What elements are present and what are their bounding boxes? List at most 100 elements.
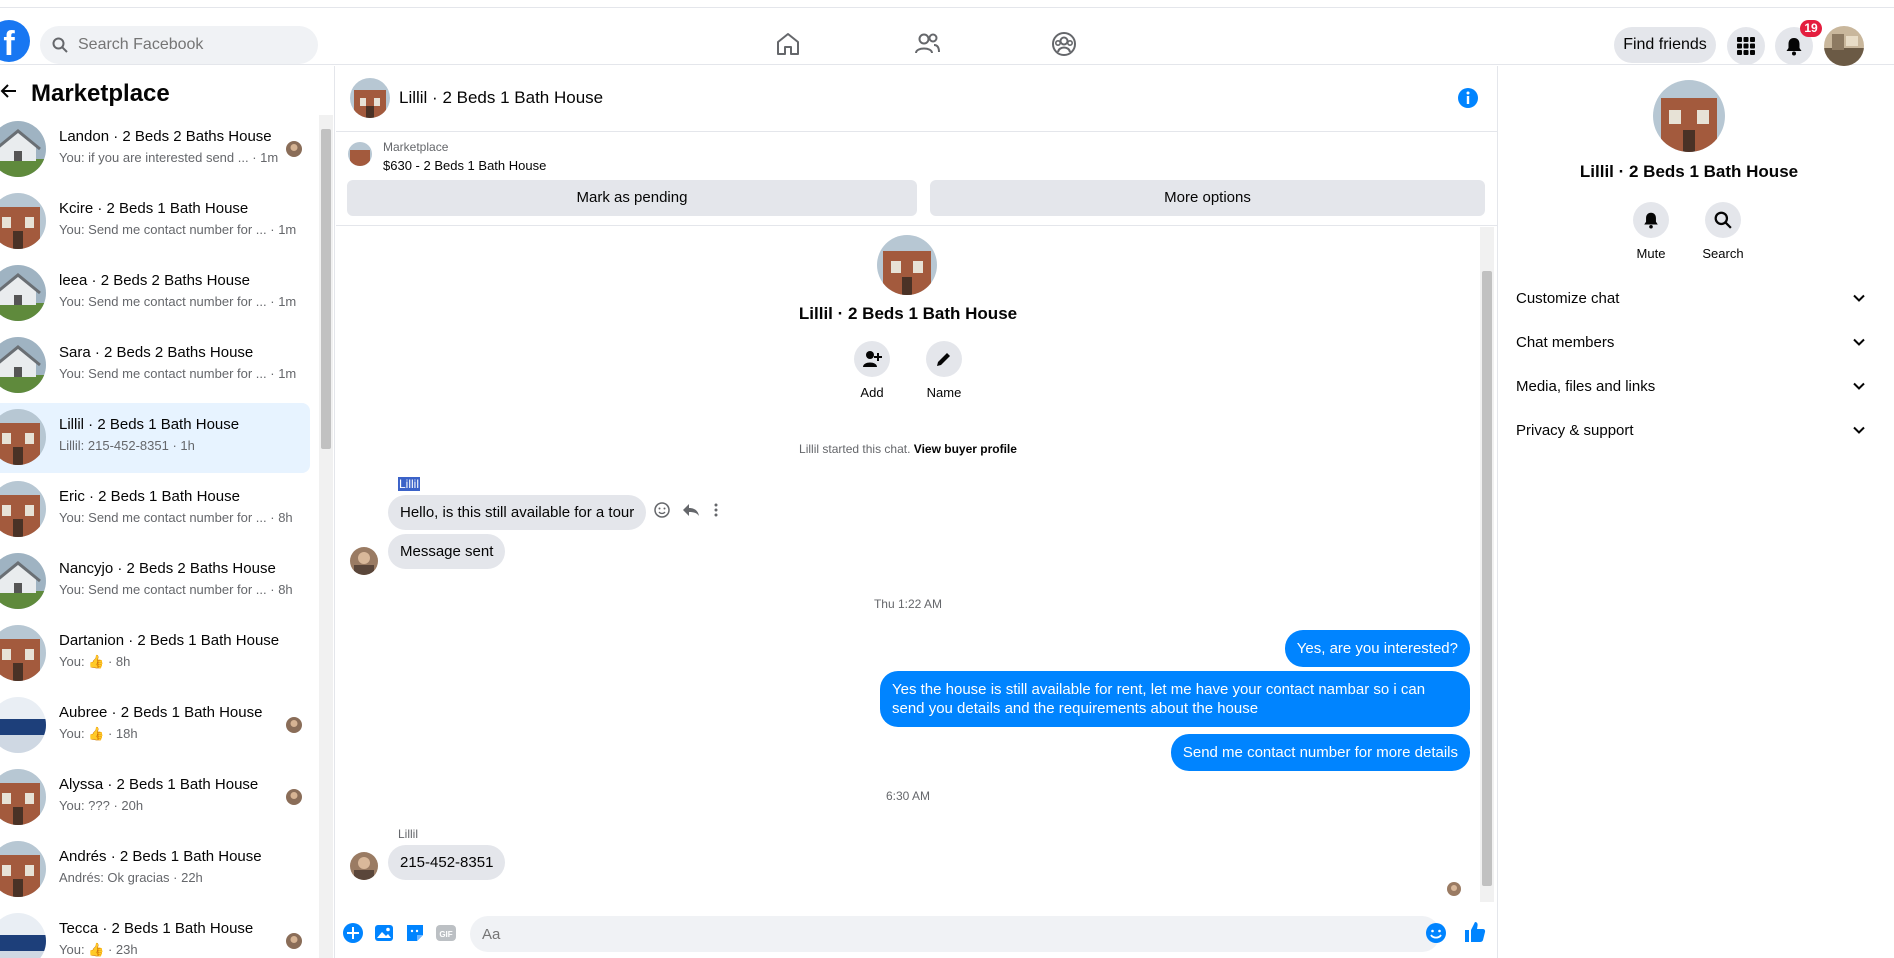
groups-icon[interactable] bbox=[1050, 30, 1078, 58]
home-icon[interactable] bbox=[774, 30, 802, 58]
menu-button[interactable] bbox=[1727, 27, 1765, 65]
conversation-name: Eric · 2 Beds 1 Bath House bbox=[59, 488, 240, 505]
conversation-item[interactable]: leea · 2 Beds 2 Baths House You: Send me … bbox=[0, 259, 310, 329]
conversation-item[interactable]: Alyssa · 2 Beds 1 Bath House You: ??? · 2… bbox=[0, 763, 310, 833]
sender-avatar[interactable] bbox=[350, 852, 378, 880]
conversation-preview: You: Send me contact number for ... · 1m bbox=[59, 222, 297, 237]
conversation-item[interactable]: Nancyjo · 2 Beds 2 Baths House You: Send … bbox=[0, 547, 310, 617]
listing-thumbnail bbox=[0, 625, 46, 681]
profile-avatar[interactable] bbox=[1824, 26, 1864, 66]
section-media-files-links[interactable]: Media, files and links bbox=[1516, 366, 1866, 406]
conversation-item[interactable]: Aubree · 2 Beds 1 Bath House You: 👍 · 18h bbox=[0, 691, 310, 761]
back-arrow-icon[interactable] bbox=[0, 82, 18, 100]
react-emoji-icon[interactable] bbox=[654, 502, 670, 518]
conversation-item[interactable]: Kcire · 2 Beds 1 Bath House You: Send me … bbox=[0, 187, 310, 257]
more-options-button[interactable]: More options bbox=[930, 180, 1485, 216]
add-person-icon bbox=[863, 351, 882, 367]
message-input[interactable] bbox=[470, 916, 1440, 952]
notification-badge: 19 bbox=[1800, 20, 1822, 37]
listing-price[interactable]: $630 - 2 Beds 1 Bath House bbox=[383, 158, 546, 173]
info-icon[interactable] bbox=[1456, 86, 1480, 110]
thumbs-up-icon[interactable] bbox=[1463, 920, 1487, 944]
search-icon bbox=[1714, 211, 1732, 229]
reply-icon[interactable] bbox=[682, 502, 700, 518]
brick-house-image bbox=[1653, 80, 1725, 152]
view-buyer-profile-link[interactable]: View buyer profile bbox=[914, 442, 1017, 456]
conversation-preview: You: 👍 · 8h bbox=[59, 654, 131, 669]
sidebar-title: Marketplace bbox=[31, 80, 170, 107]
friends-icon[interactable] bbox=[913, 30, 941, 58]
brick-house-image bbox=[348, 142, 372, 166]
conversation-item[interactable]: Lillil · 2 Beds 1 Bath House Lillil: 215-… bbox=[0, 403, 310, 473]
search-box[interactable] bbox=[40, 26, 318, 64]
name-action[interactable]: Name bbox=[914, 341, 974, 400]
thread-avatar[interactable] bbox=[877, 235, 937, 295]
conversation-name: leea · 2 Beds 2 Baths House bbox=[59, 272, 250, 289]
add-action[interactable]: Add bbox=[842, 341, 902, 400]
gif-icon[interactable]: GIF bbox=[435, 922, 457, 944]
plus-icon[interactable] bbox=[342, 922, 364, 944]
listing-thumbnail bbox=[0, 913, 46, 958]
section-privacy-support[interactable]: Privacy & support bbox=[1516, 410, 1866, 450]
mute-action[interactable]: Mute bbox=[1621, 202, 1681, 261]
conversation-preview: You: Send me contact number for ... · 1m bbox=[59, 366, 297, 381]
conversation-preview: You: Send me contact number for ... · 8h bbox=[59, 510, 293, 525]
thread-scrollbar[interactable] bbox=[1480, 227, 1494, 902]
chat-header: Lillil · 2 Beds 1 Bath House bbox=[336, 66, 1497, 132]
conversation-item[interactable]: Sara · 2 Beds 2 Baths House You: Send me … bbox=[0, 331, 310, 401]
conversation-preview: Andrés: Ok gracias · 22h bbox=[59, 870, 203, 885]
details-name: Lillil · 2 Beds 1 Bath House bbox=[1579, 162, 1799, 181]
search-input[interactable] bbox=[78, 36, 298, 54]
listing-thumbnail bbox=[0, 121, 46, 177]
sidebar-scrollbar[interactable] bbox=[319, 115, 333, 958]
outgoing-message[interactable]: Send me contact number for more details bbox=[1170, 734, 1470, 771]
listing-thumbnail[interactable] bbox=[348, 142, 372, 166]
chevron-down-icon bbox=[1853, 426, 1865, 434]
more-vertical-icon[interactable] bbox=[712, 502, 720, 518]
svg-text:GIF: GIF bbox=[439, 930, 452, 939]
message-composer: GIF bbox=[336, 908, 1497, 958]
conversation-name: Nancyjo · 2 Beds 2 Baths House bbox=[59, 560, 276, 577]
incoming-message[interactable]: Message sent bbox=[388, 534, 506, 569]
chat-avatar[interactable] bbox=[350, 78, 390, 118]
mute-label: Mute bbox=[1636, 246, 1666, 261]
conversation-item[interactable]: Eric · 2 Beds 1 Bath House You: Send me c… bbox=[0, 475, 310, 545]
chat-title[interactable]: Lillil · 2 Beds 1 Bath House bbox=[399, 88, 603, 108]
incoming-message[interactable]: 215-452-8351 bbox=[388, 845, 506, 880]
conversation-item[interactable]: Landon · 2 Beds 2 Baths House You: if you… bbox=[0, 115, 310, 185]
emoji-icon[interactable] bbox=[1425, 922, 1447, 944]
outgoing-message[interactable]: Yes the house is still available for ren… bbox=[880, 671, 1470, 727]
section-chat-members[interactable]: Chat members bbox=[1516, 322, 1866, 362]
conversation-name: Sara · 2 Beds 2 Baths House bbox=[59, 344, 254, 361]
conversation-item[interactable]: Andrés · 2 Beds 1 Bath House Andrés: Ok g… bbox=[0, 835, 310, 905]
chevron-down-icon bbox=[1853, 382, 1865, 390]
sender-avatar[interactable] bbox=[350, 547, 378, 575]
participant-avatar bbox=[286, 717, 302, 733]
listing-thumbnail bbox=[0, 337, 46, 393]
mark-as-pending-button[interactable]: Mark as pending bbox=[347, 180, 917, 216]
photo-icon[interactable] bbox=[373, 922, 395, 944]
avatar-image bbox=[350, 852, 378, 880]
sticker-icon[interactable] bbox=[404, 922, 426, 944]
conversation-name: Aubree · 2 Beds 1 Bath House bbox=[59, 704, 263, 721]
add-label: Add bbox=[860, 385, 884, 400]
conversation-name: Andrés · 2 Beds 1 Bath House bbox=[59, 848, 262, 865]
search-action[interactable]: Search bbox=[1693, 202, 1753, 261]
chevron-down-icon bbox=[1853, 294, 1865, 302]
details-avatar[interactable] bbox=[1653, 80, 1725, 152]
window-edge bbox=[1877, 66, 1894, 958]
facebook-logo[interactable]: f bbox=[0, 20, 30, 62]
conversation-preview: You: Send me contact number for ... · 8h bbox=[59, 582, 293, 597]
listing-thumbnail bbox=[0, 697, 46, 753]
incoming-message[interactable]: Hello, is this still available for a tou… bbox=[388, 495, 647, 530]
listing-thumbnail bbox=[0, 841, 46, 897]
conversation-item[interactable]: Tecca · 2 Beds 1 Bath House You: 👍 · 23h bbox=[0, 907, 310, 958]
listing-thumbnail bbox=[0, 265, 46, 321]
section-customize-chat[interactable]: Customize chat bbox=[1516, 278, 1866, 318]
conversation-preview: You: Send me contact number for ... · 1m bbox=[59, 294, 297, 309]
outgoing-message[interactable]: Yes, are you interested? bbox=[1284, 630, 1470, 667]
conversation-item[interactable]: Dartanion · 2 Beds 1 Bath House You: 👍 · … bbox=[0, 619, 310, 689]
find-friends-button[interactable]: Find friends bbox=[1614, 27, 1716, 63]
listing-thumbnail bbox=[0, 553, 46, 609]
search-icon bbox=[52, 37, 68, 53]
